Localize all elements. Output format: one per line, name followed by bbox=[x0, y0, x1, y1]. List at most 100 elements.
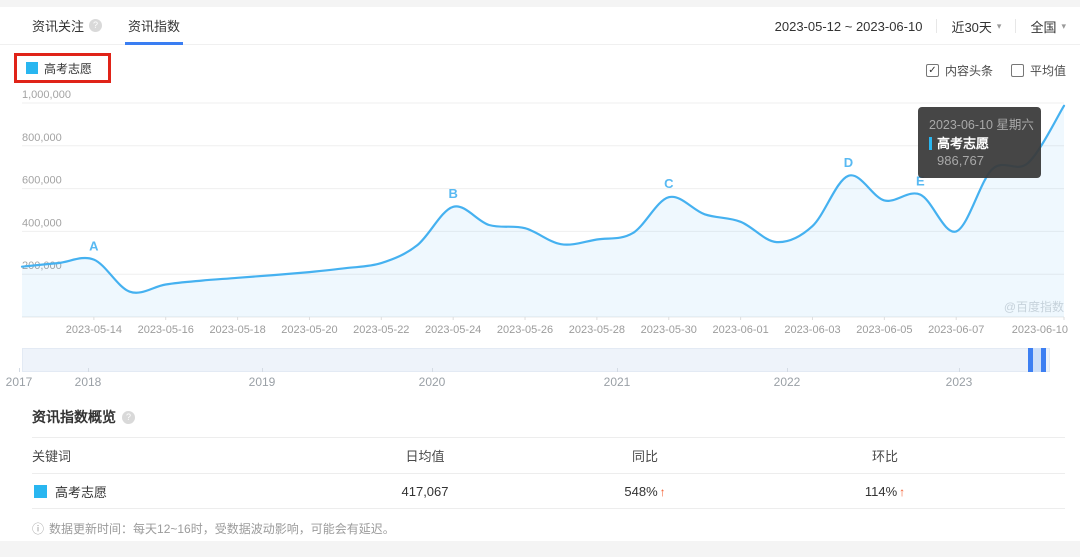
chevron-down-icon: ▾ bbox=[1061, 21, 1066, 32]
timeline-year-tick bbox=[959, 368, 960, 372]
tab-news-index[interactable]: 资讯指数 bbox=[128, 7, 180, 44]
mom-percent: 114% bbox=[865, 484, 897, 499]
date-range-label: 2023-05-12 ~ 2023-06-10 bbox=[775, 19, 923, 34]
data-update-note: ⓘ 数据更新时间：每天12~16时，受数据波动影响，可能会有延迟。 bbox=[32, 520, 395, 537]
overview-title-row: 资讯指数概览 ? bbox=[32, 407, 135, 427]
up-arrow-icon: ↑ bbox=[660, 485, 666, 499]
event-marker-D[interactable]: D bbox=[844, 155, 853, 170]
timeline-selected-range[interactable] bbox=[1033, 348, 1041, 372]
header: 资讯关注 ? 资讯指数 2023-05-12 ~ 2023-06-10 近30天… bbox=[0, 7, 1080, 45]
col-header-keyword: 关键词 bbox=[32, 446, 330, 465]
timeline-year-label: 2022 bbox=[774, 375, 801, 389]
legend-keyword-label: 高考志愿 bbox=[44, 60, 92, 77]
x-axis-tick-label: 2023-05-20 bbox=[281, 324, 337, 336]
watermark: @百度指数 bbox=[1004, 298, 1064, 315]
help-icon[interactable]: ? bbox=[89, 19, 102, 32]
header-controls: 2023-05-12 ~ 2023-06-10 近30天 ▾ 全国 ▾ bbox=[775, 7, 1066, 45]
x-axis-tick-label: 2023-05-18 bbox=[209, 324, 265, 336]
tooltip-series-color-bar bbox=[929, 137, 932, 150]
timeline-year-tick bbox=[787, 368, 788, 372]
overview-table: 关键词 日均值 同比 环比 高考志愿 417,067 548%↑ 114%↑ bbox=[32, 437, 1065, 509]
x-axis-tick-label: 2023-05-16 bbox=[138, 324, 194, 336]
timeline-year-label: 2018 bbox=[75, 375, 102, 389]
timeline-handle-left[interactable] bbox=[1028, 348, 1033, 372]
area-fill bbox=[22, 106, 1064, 317]
x-axis-tick-label: 2023-06-05 bbox=[856, 324, 912, 336]
x-axis-tick-label: 2023-05-30 bbox=[641, 324, 697, 336]
toggle-average[interactable]: 平均值 bbox=[1011, 62, 1066, 79]
chart-option-toggles: ✓ 内容头条 平均值 bbox=[926, 62, 1066, 79]
legend-color-swatch bbox=[26, 62, 38, 74]
checkbox-unchecked-icon[interactable] bbox=[1011, 64, 1024, 77]
col-header-daily-avg: 日均值 bbox=[330, 446, 520, 465]
period-dropdown[interactable]: 近30天 ▾ bbox=[951, 17, 1001, 36]
x-axis-tick-label: 2023-06-07 bbox=[928, 324, 984, 336]
tab-news-index-label: 资讯指数 bbox=[128, 16, 180, 35]
x-axis-tick-label: 2023-05-28 bbox=[569, 324, 625, 336]
keyword-cell[interactable]: 高考志愿 bbox=[32, 482, 330, 501]
y-axis-tick-label: 400,000 bbox=[22, 217, 62, 229]
yoy-value: 548%↑ bbox=[520, 484, 770, 499]
timeline-year-label: 2019 bbox=[249, 375, 276, 389]
data-update-note-text: 数据更新时间：每天12~16时，受数据波动影响，可能会有延迟。 bbox=[49, 520, 395, 537]
tab-news-attention[interactable]: 资讯关注 ? bbox=[32, 7, 102, 44]
legend-highlight-box: 高考志愿 bbox=[14, 53, 111, 83]
col-header-yoy: 同比 bbox=[520, 446, 770, 465]
x-axis-tick-label: 2023-05-24 bbox=[425, 324, 481, 336]
event-marker-A[interactable]: A bbox=[89, 239, 99, 254]
help-icon[interactable]: ? bbox=[122, 411, 135, 424]
up-arrow-icon: ↑ bbox=[899, 485, 905, 499]
chart-tooltip: 2023-06-10 星期六 高考志愿 986,767 bbox=[918, 107, 1041, 178]
timeline-year-tick bbox=[19, 368, 20, 372]
info-icon: ⓘ bbox=[32, 520, 44, 537]
timeline-year-label: 2017 bbox=[6, 375, 33, 389]
timeline-year-tick bbox=[432, 368, 433, 372]
timeline-year-tick bbox=[617, 368, 618, 372]
yoy-percent: 548% bbox=[624, 484, 657, 499]
x-axis-tick-label: 2023-06-03 bbox=[784, 324, 840, 336]
tooltip-keyword: 高考志愿 bbox=[937, 135, 989, 152]
timeline-year-label: 2020 bbox=[419, 375, 446, 389]
period-dropdown-value: 近30天 bbox=[951, 17, 991, 36]
x-axis-tick-label: 2023-05-14 bbox=[66, 324, 122, 336]
table-row: 高考志愿 417,067 548%↑ 114%↑ bbox=[32, 474, 1065, 509]
tooltip-series-row: 高考志愿 bbox=[929, 135, 1041, 152]
region-dropdown[interactable]: 全国 ▾ bbox=[1030, 17, 1066, 36]
timeline-year-label: 2023 bbox=[946, 375, 973, 389]
daily-avg-value: 417,067 bbox=[330, 484, 520, 499]
y-axis-tick-label: 1,000,000 bbox=[22, 90, 71, 101]
mom-value: 114%↑ bbox=[770, 484, 1000, 499]
y-axis-tick-label: 600,000 bbox=[22, 175, 62, 187]
baidu-index-page: { "header": { "tabs": [ { "label": "资讯关注… bbox=[0, 0, 1080, 557]
region-dropdown-value: 全国 bbox=[1030, 17, 1056, 36]
timeline-handle-right[interactable] bbox=[1041, 348, 1046, 372]
event-marker-C[interactable]: C bbox=[664, 176, 674, 191]
timeline-year-tick bbox=[262, 368, 263, 372]
timeline-year-tick bbox=[88, 368, 89, 372]
table-header-row: 关键词 日均值 同比 环比 bbox=[32, 438, 1065, 474]
toggle-content-headline-label: 内容头条 bbox=[945, 62, 993, 79]
x-axis-tick-label: 2023-05-26 bbox=[497, 324, 553, 336]
toggle-average-label: 平均值 bbox=[1030, 62, 1066, 79]
legend-item[interactable]: 高考志愿 bbox=[26, 60, 92, 77]
keyword-label: 高考志愿 bbox=[55, 482, 107, 501]
overview-section-title: 资讯指数概览 bbox=[32, 407, 116, 427]
timeline-slider-track[interactable] bbox=[22, 348, 1050, 372]
timeline-year-label: 2021 bbox=[604, 375, 631, 389]
x-axis-tick-label: 2023-06-10 bbox=[1012, 324, 1068, 336]
tooltip-date: 2023-06-10 星期六 bbox=[929, 117, 1041, 134]
x-axis-tick-label: 2023-06-01 bbox=[712, 324, 768, 336]
tab-news-attention-label: 资讯关注 bbox=[32, 16, 84, 35]
event-marker-B[interactable]: B bbox=[448, 186, 457, 201]
keyword-color-swatch bbox=[34, 485, 47, 498]
tooltip-value: 986,767 bbox=[929, 152, 1041, 169]
checkbox-checked-icon[interactable]: ✓ bbox=[926, 64, 939, 77]
toggle-content-headline[interactable]: ✓ 内容头条 bbox=[926, 62, 993, 79]
index-card: 资讯关注 ? 资讯指数 2023-05-12 ~ 2023-06-10 近30天… bbox=[0, 7, 1080, 541]
x-axis-tick-label: 2023-05-22 bbox=[353, 324, 409, 336]
col-header-mom: 环比 bbox=[770, 446, 1000, 465]
y-axis-tick-label: 800,000 bbox=[22, 132, 62, 144]
chevron-down-icon: ▾ bbox=[997, 21, 1002, 32]
separator bbox=[1015, 19, 1016, 33]
separator bbox=[936, 19, 937, 33]
